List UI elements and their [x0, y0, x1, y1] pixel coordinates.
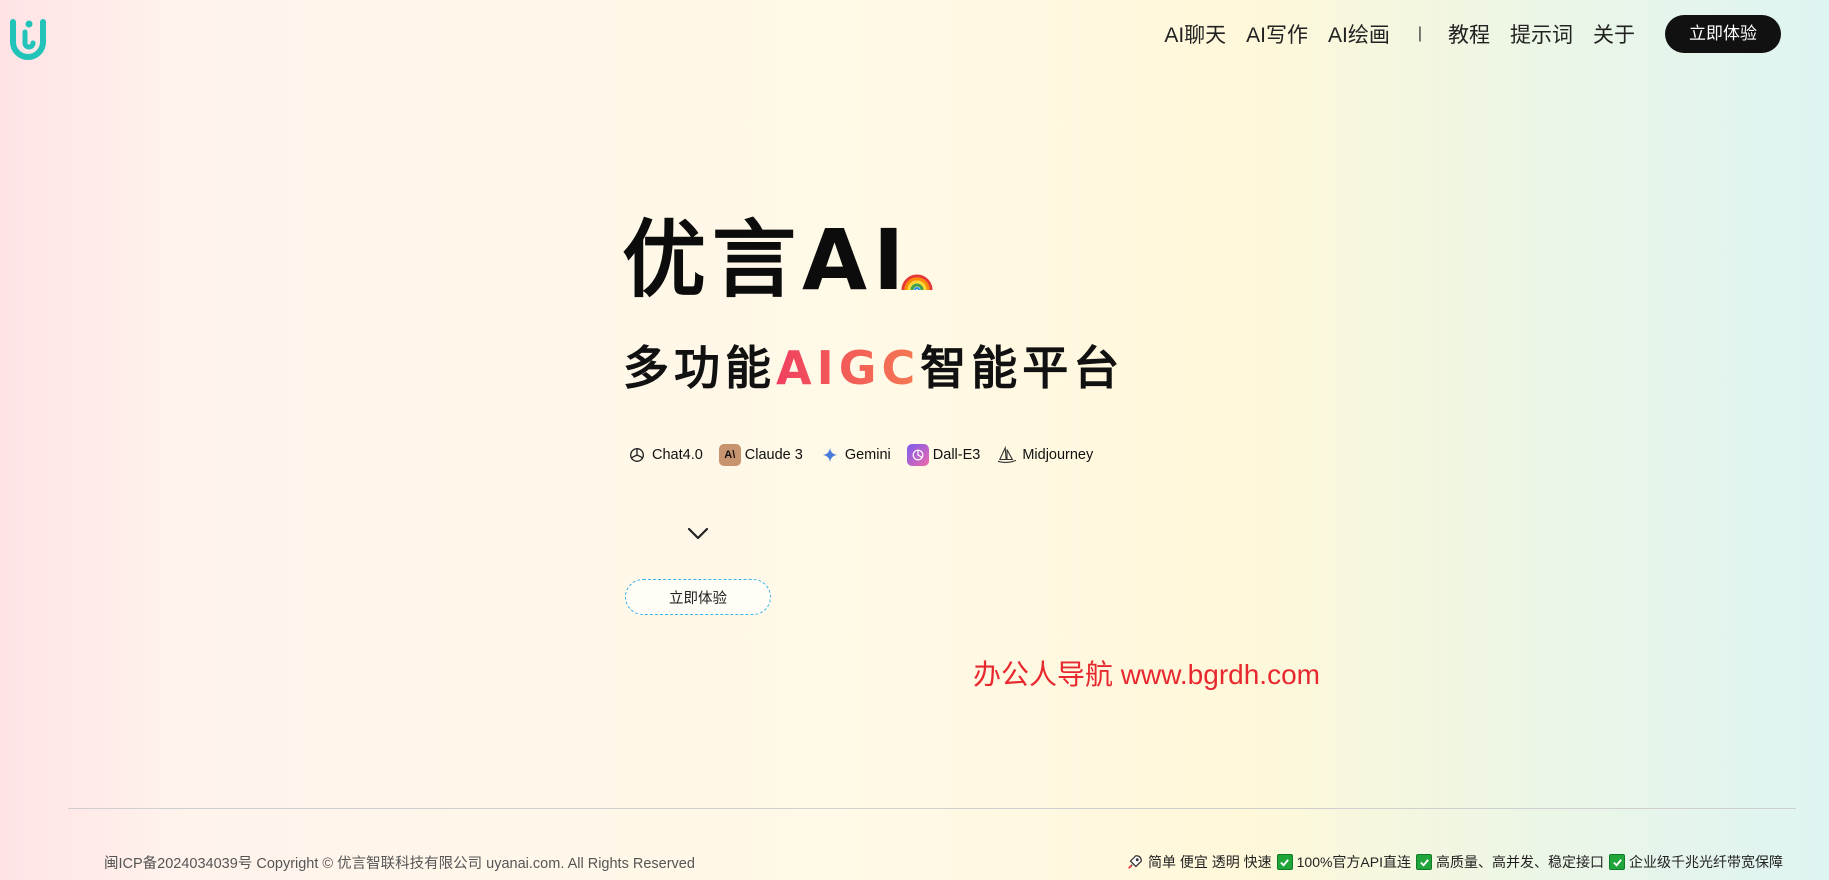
gemini-icon — [819, 444, 841, 466]
subtitle-suffix: 智能平台 — [920, 341, 1125, 395]
model-list: Chat4.0 A\ Claude 3 Gemini Dall-E3 Midjo… — [626, 444, 1109, 466]
feature-label: 企业级千兆光纤带宽保障 — [1629, 854, 1783, 870]
main-nav: AI聊天 AI写作 AI绘画 | 教程 提示词 关于 立即体验 — [1164, 15, 1781, 53]
feature-item: 100%官方API直连 — [1276, 852, 1411, 872]
footer-divider — [68, 808, 1796, 809]
model-gemini: Gemini — [819, 444, 891, 466]
model-claude: A\ Claude 3 — [718, 444, 803, 466]
model-dalle: Dall-E3 — [906, 444, 981, 466]
watermark-text: 办公人导航 www.bgrdh.com — [973, 659, 1320, 690]
nav-ai-chat[interactable]: AI聊天 — [1164, 19, 1226, 49]
feature-label: 高质量、高并发、稳定接口 — [1436, 854, 1604, 870]
model-label: Midjourney — [1022, 447, 1094, 463]
midjourney-icon — [996, 444, 1018, 466]
hero-try-now-button[interactable]: 立即体验 — [625, 579, 771, 615]
anthropic-icon: A\ — [718, 444, 741, 466]
check-icon — [1609, 854, 1625, 870]
hero-subtitle: 多功能AIGC智能平台 — [623, 340, 1124, 396]
nav-tutorial[interactable]: 教程 — [1448, 19, 1490, 49]
model-label: Dall-E3 — [932, 447, 981, 463]
feature-item: 简单 便宜 透明 快速 — [1126, 852, 1272, 872]
check-icon — [1416, 854, 1432, 870]
hero-title: 优言AI — [622, 211, 911, 309]
nav-separator: | — [1417, 25, 1422, 42]
subtitle-prefix: 多功能 — [623, 341, 776, 395]
model-midjourney: Midjourney — [996, 444, 1093, 466]
openai-icon — [626, 444, 648, 466]
feature-list: 简单 便宜 透明 快速 100%官方API直连 高质量、高并发、稳定接口 企业级… — [1126, 852, 1783, 872]
feature-label: 100%官方API直连 — [1296, 854, 1411, 870]
dalle-icon — [906, 444, 929, 466]
chevron-down-icon[interactable] — [686, 526, 710, 542]
uyan-logo-icon — [10, 19, 46, 60]
nav-ai-writing[interactable]: AI写作 — [1246, 19, 1308, 49]
feature-item: 高质量、高并发、稳定接口 — [1416, 852, 1604, 872]
model-chat4: Chat4.0 — [626, 444, 703, 466]
logo[interactable] — [8, 16, 48, 62]
nav-prompts[interactable]: 提示词 — [1510, 19, 1573, 49]
subtitle-accent: AIGC — [776, 341, 921, 395]
nav-ai-drawing[interactable]: AI绘画 — [1328, 19, 1390, 49]
rainbow-icon — [901, 274, 933, 291]
nav-about[interactable]: 关于 — [1593, 19, 1635, 49]
feature-label: 简单 便宜 透明 快速 — [1147, 854, 1272, 870]
model-label: Claude 3 — [744, 447, 803, 463]
copyright-text: 闽ICP备2024034039号 Copyright © 优言智联科技有限公司 … — [104, 856, 695, 872]
feature-item: 企业级千兆光纤带宽保障 — [1609, 852, 1783, 872]
check-icon — [1276, 854, 1293, 870]
model-label: Gemini — [844, 447, 891, 463]
header-try-now-button[interactable]: 立即体验 — [1665, 15, 1781, 53]
model-label: Chat4.0 — [652, 447, 703, 463]
rocket-icon — [1128, 855, 1142, 869]
